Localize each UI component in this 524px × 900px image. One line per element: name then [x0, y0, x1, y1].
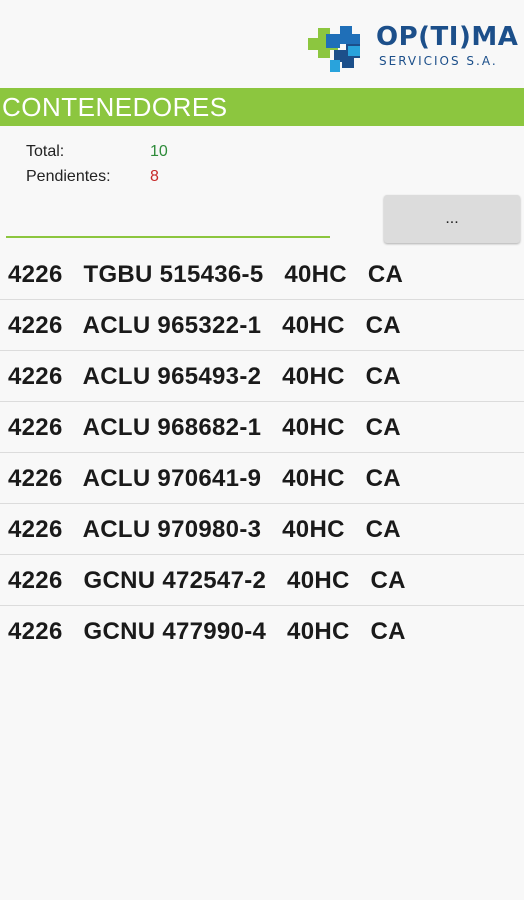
header: OP(TI)MA SERVICIOS S.A. — [0, 0, 524, 88]
company-logo: OP(TI)MA SERVICIOS S.A. — [304, 12, 518, 82]
list-item-text: 4226 ACLU 965322-1 40HC CA — [8, 312, 401, 339]
list-item[interactable]: 4226 GCNU 472547-2 40HC CA — [0, 555, 524, 606]
pending-label: Pendientes: — [26, 168, 111, 185]
list-item-text: 4226 GCNU 477990-4 40HC CA — [8, 618, 406, 645]
title-bar: CONTENEDORES — [0, 88, 524, 126]
total-value: 10 — [150, 143, 168, 160]
list-item-text: 4226 GCNU 472547-2 40HC CA — [8, 567, 406, 594]
list-item[interactable]: 4226 ACLU 970980-3 40HC CA — [0, 504, 524, 555]
logo-puzzle-icon — [308, 26, 360, 72]
pending-value: 8 — [150, 168, 159, 185]
more-button[interactable]: ... — [384, 195, 520, 243]
container-list: 4226 TGBU 515436-5 40HC CA 4226 ACLU 965… — [0, 249, 524, 656]
logo-subtitle: SERVICIOS S.A. — [379, 54, 498, 68]
list-item[interactable]: 4226 GCNU 477990-4 40HC CA — [0, 606, 524, 656]
list-item[interactable]: 4226 ACLU 965493-2 40HC CA — [0, 351, 524, 402]
list-item-text: 4226 ACLU 970980-3 40HC CA — [8, 516, 401, 543]
list-item[interactable]: 4226 ACLU 965322-1 40HC CA — [0, 300, 524, 351]
list-item-text: 4226 ACLU 970641-9 40HC CA — [8, 465, 401, 492]
total-label: Total: — [26, 143, 65, 160]
list-item-text: 4226 TGBU 515436-5 40HC CA — [8, 261, 404, 288]
scan-input[interactable] — [6, 210, 330, 238]
list-item-text: 4226 ACLU 968682-1 40HC CA — [8, 414, 401, 441]
page-title: CONTENEDORES — [2, 92, 228, 122]
list-item[interactable]: 4226 ACLU 968682-1 40HC CA — [0, 402, 524, 453]
logo-title: OP(TI)MA — [376, 22, 519, 52]
list-item[interactable]: 4226 TGBU 515436-5 40HC CA — [0, 249, 524, 300]
list-item-text: 4226 ACLU 965493-2 40HC CA — [8, 363, 401, 390]
list-item[interactable]: 4226 ACLU 970641-9 40HC CA — [0, 453, 524, 504]
